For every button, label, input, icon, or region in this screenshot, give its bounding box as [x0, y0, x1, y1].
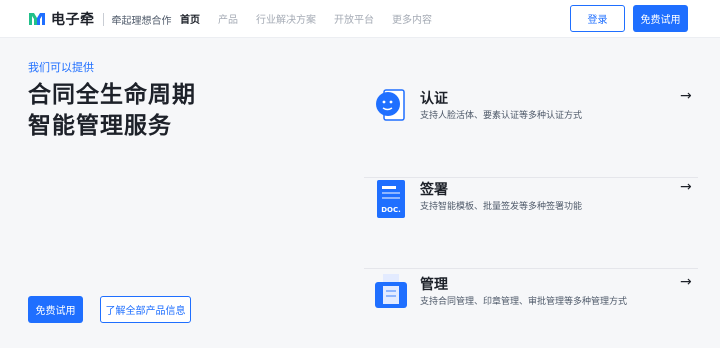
learn-all-products-button[interactable]: 了解全部产品信息: [100, 296, 191, 323]
document-icon: DOC.: [377, 180, 405, 218]
feature-title: 认证: [420, 91, 448, 107]
arrow-right-icon[interactable]: →: [680, 274, 692, 290]
doc-icon-label: DOC.: [381, 206, 401, 214]
face-id-icon: [376, 89, 405, 121]
free-trial-nav-button[interactable]: 免费试用: [633, 5, 688, 32]
top-nav: 电子牵 牵起理想合作 首页 产品 行业解决方案 开放平台 更多内容 登录 免费试…: [0, 0, 720, 38]
arrow-right-icon[interactable]: →: [680, 88, 692, 104]
feature-desc: 支持合同管理、印章管理、审批管理等多种管理方式: [420, 297, 628, 307]
brand-name: 电子牵: [51, 12, 95, 28]
feature-desc: 支持智能模板、批量签发等多种签署功能: [420, 202, 583, 212]
feature-desc: 支持人脸活体、要素认证等多种认证方式: [420, 111, 583, 121]
feature-item-certification[interactable]: 认证 支持人脸活体、要素认证等多种认证方式 →: [364, 88, 698, 178]
arrow-right-icon[interactable]: →: [680, 179, 692, 195]
brand-logo-icon: [29, 13, 45, 25]
feature-item-management[interactable]: 管理 支持合同管理、印章管理、审批管理等多种管理方式 →: [364, 274, 698, 334]
feature-title: 管理: [420, 277, 448, 293]
hero-headline-line1: 合同全生命周期: [28, 82, 196, 108]
divider: [364, 268, 698, 269]
logo[interactable]: 电子牵 牵起理想合作: [28, 9, 172, 29]
hero-eyebrow: 我们可以提供: [28, 61, 94, 74]
feature-item-signing[interactable]: DOC. 签署 支持智能模板、批量签发等多种签署功能 →: [364, 179, 698, 269]
feature-title: 签署: [420, 182, 448, 198]
nav-item-open-platform[interactable]: 开放平台: [334, 11, 374, 26]
login-button[interactable]: 登录: [570, 5, 625, 32]
logo-divider: [102, 12, 104, 26]
brand-slogan: 牵起理想合作: [111, 15, 172, 27]
hero-headline-line2: 智能管理服务: [28, 113, 172, 139]
folder-icon: [375, 274, 407, 308]
nav-item-home[interactable]: 首页: [180, 11, 200, 26]
nav-item-more[interactable]: 更多内容: [392, 11, 432, 26]
divider: [364, 177, 698, 178]
hero-headline: 合同全生命周期 智能管理服务: [28, 80, 196, 142]
nav-item-solutions[interactable]: 行业解决方案: [256, 11, 316, 26]
nav-item-products[interactable]: 产品: [218, 11, 238, 26]
main-menu: 首页 产品 行业解决方案 开放平台 更多内容: [180, 11, 450, 26]
free-trial-button[interactable]: 免费试用: [28, 296, 83, 323]
